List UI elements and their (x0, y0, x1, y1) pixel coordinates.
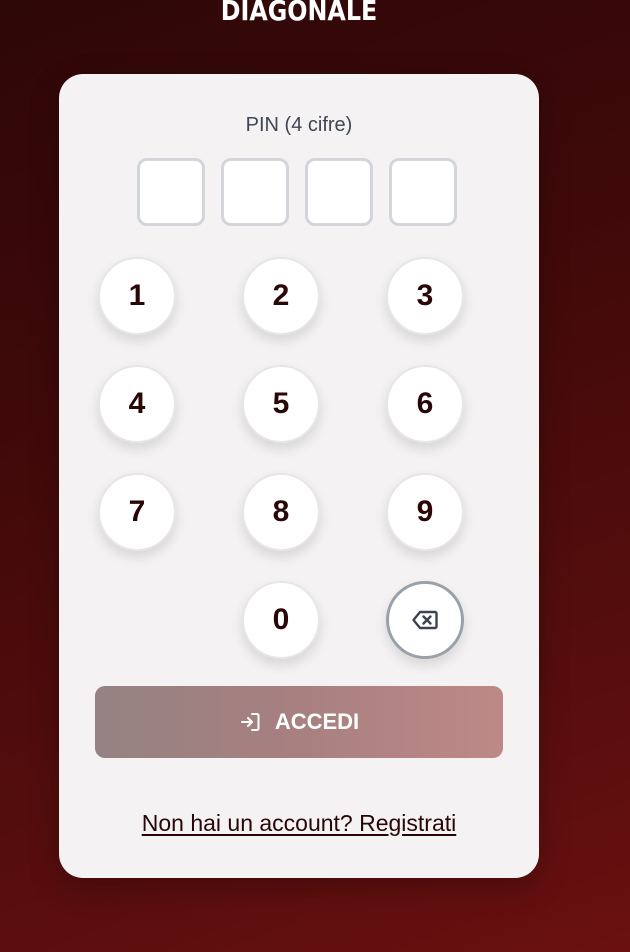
accedi-button[interactable]: ACCEDI (95, 686, 503, 758)
register-link[interactable]: Non hai un account? Registrati (59, 810, 539, 837)
key-5[interactable]: 5 (242, 365, 320, 443)
key-3[interactable]: 3 (386, 257, 464, 335)
backspace-icon (412, 610, 438, 630)
brand-title: DIAGONALE (220, 0, 378, 27)
backspace-button[interactable] (386, 581, 464, 659)
key-6[interactable]: 6 (386, 365, 464, 443)
key-4[interactable]: 4 (98, 365, 176, 443)
key-8[interactable]: 8 (242, 473, 320, 551)
pin-digit-2[interactable] (221, 158, 289, 226)
key-1[interactable]: 1 (98, 257, 176, 335)
pin-label: PIN (4 cifre) (245, 114, 353, 136)
key-0[interactable]: 0 (242, 581, 320, 659)
login-icon (239, 711, 261, 733)
login-card: PIN (4 cifre) 1 2 3 4 5 6 7 8 9 0 ACCEDI… (59, 74, 539, 878)
key-2[interactable]: 2 (242, 257, 320, 335)
key-9[interactable]: 9 (386, 473, 464, 551)
accedi-label: ACCEDI (274, 709, 360, 734)
pin-digit-3[interactable] (305, 158, 373, 226)
pin-digit-4[interactable] (389, 158, 457, 226)
pin-digit-1[interactable] (137, 158, 205, 226)
key-7[interactable]: 7 (98, 473, 176, 551)
